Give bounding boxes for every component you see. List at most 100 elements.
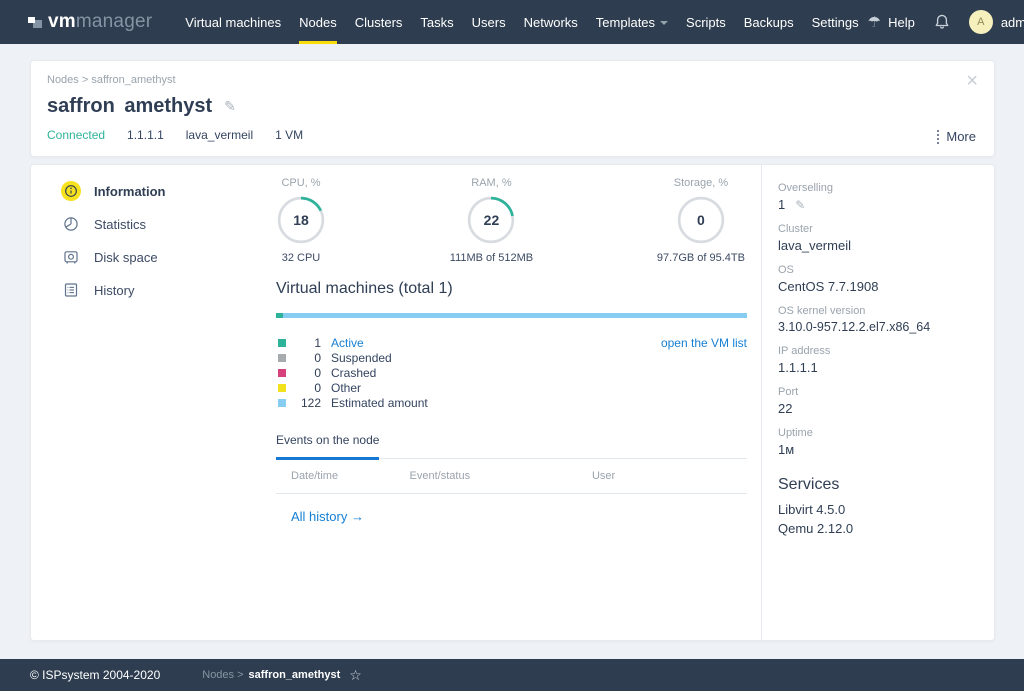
cpu-gauge-sub: 32 CPU: [282, 252, 321, 264]
storage-gauge-sub: 97.7GB of 95.4TB: [657, 252, 745, 264]
cpu-gauge-label: CPU, %: [281, 177, 320, 189]
statistics-icon: [61, 214, 81, 234]
port-label: Port: [778, 386, 976, 398]
more-label: More: [946, 129, 976, 144]
service-libvirt: Libvirt 4.5.0: [778, 502, 976, 517]
services-title: Services: [778, 476, 976, 494]
kernel-label: OS kernel version: [778, 305, 976, 317]
estimated-label: Estimated amount: [331, 396, 428, 410]
ram-gauge-sub: 111MB of 512MB: [450, 252, 533, 264]
cluster-label: Cluster: [778, 223, 976, 235]
active-swatch: [278, 339, 286, 347]
detail-ip: IP address 1.1.1.1: [778, 345, 976, 375]
sidebar-item-label: History: [94, 283, 134, 298]
status-badge: Connected: [47, 128, 105, 142]
tab-events-on-node[interactable]: Events on the node: [276, 433, 379, 458]
history-list-icon: [61, 280, 81, 300]
footer-crumb-prefix: Nodes >: [202, 669, 243, 681]
navbar-right: ☂ Help A admin@exa...: [868, 10, 1024, 34]
ram-gauge-value: 22: [466, 195, 516, 245]
events-tabs: Events on the node: [276, 431, 747, 459]
top-navbar: vmmanager Virtual machines Nodes Cluster…: [0, 0, 1024, 44]
nav-item-tasks[interactable]: Tasks: [411, 0, 462, 44]
other-swatch: [278, 384, 286, 392]
detail-cluster: Cluster lava_vermeil: [778, 223, 976, 253]
sidebar-item-information[interactable]: Information: [61, 181, 276, 201]
close-icon[interactable]: ×: [966, 71, 978, 91]
storage-gauge-label: Storage, %: [674, 177, 728, 189]
crashed-swatch: [278, 369, 286, 377]
page-content: Nodes > saffron_amethyst saffron amethys…: [0, 44, 1024, 641]
sidebar-item-history[interactable]: History: [61, 280, 276, 300]
help-button[interactable]: ☂ Help: [868, 15, 915, 30]
node-ip: 1.1.1.1: [127, 128, 164, 142]
other-count: 0: [291, 381, 321, 395]
column-event-status: Event/status: [410, 470, 592, 482]
logo-text-bold: vm: [48, 11, 76, 33]
section-sidebar: Information Statistics Disk space Histor…: [31, 165, 276, 640]
uptime-value: 1м: [778, 442, 976, 457]
footer-bar: © ISPsystem 2004-2020 Nodes > saffron_am…: [0, 659, 1024, 691]
nav-item-backups[interactable]: Backups: [735, 0, 803, 44]
notifications-bell-button[interactable]: [933, 13, 951, 31]
nav-item-networks[interactable]: Networks: [515, 0, 587, 44]
nav-item-nodes[interactable]: Nodes: [290, 0, 346, 44]
sidebar-item-label: Statistics: [94, 217, 146, 232]
edit-overselling-pencil-icon[interactable]: ✎: [795, 198, 805, 212]
nav-item-scripts[interactable]: Scripts: [677, 0, 735, 44]
kernel-value: 3.10.0-957.12.2.el7.x86_64: [778, 320, 976, 334]
estimated-swatch: [278, 399, 286, 407]
open-vm-list-link[interactable]: open the VM list: [661, 336, 747, 350]
copyright: © ISPsystem 2004-2020: [30, 668, 160, 682]
nav-item-users[interactable]: Users: [463, 0, 515, 44]
storage-gauge-value: 0: [676, 195, 726, 245]
estimated-count: 122: [291, 396, 321, 410]
favorite-star-icon[interactable]: ☆: [349, 667, 362, 684]
logo-text-light: manager: [76, 11, 152, 33]
edit-title-pencil-icon[interactable]: ✎: [224, 98, 236, 115]
nav-item-clusters[interactable]: Clusters: [346, 0, 412, 44]
nav-item-templates[interactable]: Templates: [587, 0, 677, 44]
vm-distribution-bar: [276, 313, 747, 318]
nav-item-virtual-machines[interactable]: Virtual machines: [176, 0, 290, 44]
bell-icon: [933, 13, 951, 31]
vmmanager-logo[interactable]: vmmanager: [28, 11, 152, 33]
footer-crumb-current[interactable]: saffron_amethyst: [249, 669, 341, 681]
more-button[interactable]: More: [937, 129, 976, 144]
main-menu: Virtual machines Nodes Clusters Tasks Us…: [176, 0, 867, 44]
user-email: admin@exa...: [1001, 15, 1024, 30]
active-label-link[interactable]: Active: [331, 336, 364, 350]
page-title: saffron amethyst: [47, 95, 212, 118]
sidebar-item-disk-space[interactable]: Disk space: [61, 247, 276, 267]
resource-gauges: CPU, % 18 32 CPU RAM, %: [276, 177, 747, 264]
node-details-panel: Overselling 1✎ Cluster lava_vermeil OS C…: [761, 165, 994, 640]
ip-value: 1.1.1.1: [778, 360, 976, 375]
os-value: CentOS 7.7.1908: [778, 279, 976, 294]
user-menu[interactable]: A admin@exa...: [969, 10, 1024, 34]
node-status-row: Connected 1.1.1.1 lava_vermeil 1 VM: [47, 128, 974, 142]
legend-row-crashed: 0 Crashed: [276, 365, 747, 380]
legend-row-suspended: 0 Suspended: [276, 350, 747, 365]
umbrella-help-icon: ☂: [868, 15, 881, 30]
nav-item-templates-label: Templates: [596, 15, 655, 30]
vm-bar-active: [276, 313, 283, 318]
node-cluster: lava_vermeil: [186, 128, 253, 142]
nav-item-settings[interactable]: Settings: [803, 0, 868, 44]
node-header-card: Nodes > saffron_amethyst saffron amethys…: [30, 60, 995, 157]
breadcrumb: Nodes > saffron_amethyst: [47, 74, 974, 86]
other-label: Other: [331, 381, 361, 395]
cpu-gauge: CPU, % 18 32 CPU: [276, 177, 326, 264]
suspended-label: Suspended: [331, 351, 392, 365]
chevron-down-icon: [660, 21, 668, 25]
active-count: 1: [291, 336, 321, 350]
vmmanager-logo-icon: [28, 16, 42, 28]
disk-icon: [61, 247, 81, 267]
all-history-link[interactable]: All history →: [291, 509, 364, 524]
sidebar-item-statistics[interactable]: Statistics: [61, 214, 276, 234]
avatar: A: [969, 10, 993, 34]
os-label: OS: [778, 264, 976, 276]
column-user: User: [592, 470, 747, 482]
node-vm-count: 1 VM: [275, 128, 303, 142]
events-table-header: Date/time Event/status User: [276, 459, 747, 494]
cluster-value: lava_vermeil: [778, 238, 976, 253]
